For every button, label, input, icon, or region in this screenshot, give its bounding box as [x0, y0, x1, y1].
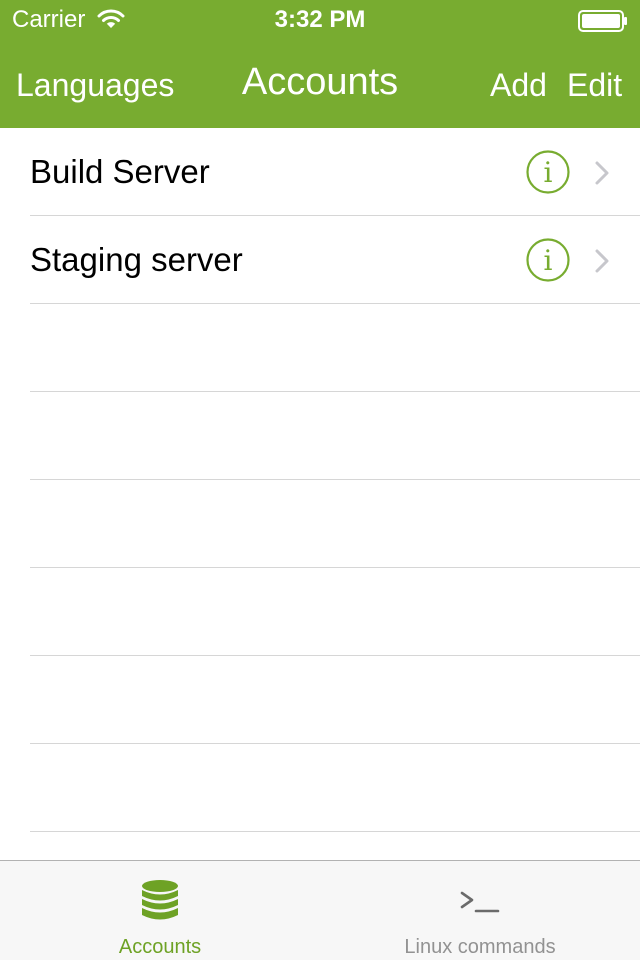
info-icon[interactable]: i — [526, 238, 570, 282]
tab-label: Accounts — [118, 936, 202, 958]
account-name: Build Server — [30, 153, 210, 190]
status-time: 3:32 PM — [274, 6, 366, 33]
terminal-icon — [460, 891, 500, 913]
add-button[interactable]: Add — [490, 66, 547, 104]
navigation-bar: Languages Accounts Add Edit — [0, 40, 640, 128]
tab-bar: Accounts Linux commands — [0, 860, 640, 960]
chevron-right-icon — [595, 249, 609, 273]
edit-button[interactable]: Edit — [567, 66, 622, 104]
chevron-right-icon — [595, 161, 609, 185]
empty-row — [0, 832, 640, 860]
tab-accounts[interactable]: Accounts — [0, 861, 320, 960]
account-name: Staging server — [30, 241, 243, 278]
languages-back-button[interactable]: Languages — [16, 66, 174, 104]
status-bar: Carrier 3:32 PM — [0, 0, 640, 40]
tab-label: Linux commands — [404, 936, 556, 958]
battery-icon — [578, 10, 627, 32]
app-screen: Carrier 3:32 PM Languages Accounts Add E… — [0, 0, 640, 960]
account-row-staging-server[interactable]: Staging server i — [0, 216, 640, 304]
empty-row — [0, 744, 640, 832]
tab-linux-commands[interactable]: Linux commands — [320, 861, 640, 960]
empty-row — [0, 568, 640, 656]
empty-row — [0, 304, 640, 392]
svg-text:i: i — [544, 156, 553, 189]
accounts-table: Build Server i Staging server i — [0, 128, 640, 860]
account-row-build-server[interactable]: Build Server i — [0, 128, 640, 216]
empty-row — [0, 392, 640, 480]
empty-row — [0, 656, 640, 744]
empty-row — [0, 480, 640, 568]
info-icon[interactable]: i — [526, 150, 570, 194]
svg-text:i: i — [544, 244, 553, 277]
database-icon — [142, 880, 178, 920]
